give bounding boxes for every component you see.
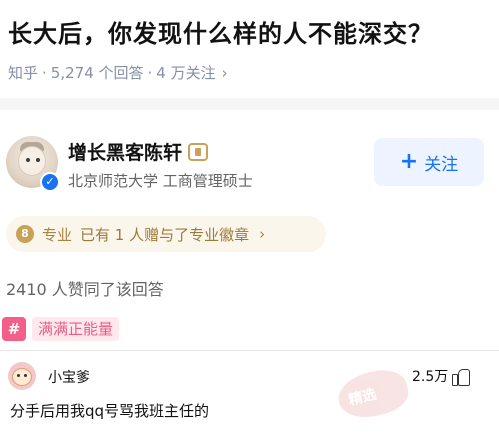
pro-badge-banner[interactable]: 8 专业 已有 1 人赠与了专业徽章 ›	[6, 216, 326, 252]
thumbs-up-icon	[452, 367, 471, 386]
meta-separator: ·	[42, 63, 47, 82]
avatar-eye	[26, 158, 30, 162]
author-name[interactable]: 增长黑客陈轩	[68, 138, 182, 165]
avatar-eye	[36, 158, 40, 162]
author-description: 北京师范大学 工商管理硕士	[68, 172, 253, 190]
author-name-row[interactable]: 增长黑客陈轩	[68, 138, 209, 165]
medal-icon	[188, 142, 209, 161]
comment-divider	[0, 350, 499, 351]
question-meta[interactable]: 知乎 · 5,274 个回答 · 4 万关注 ›	[8, 62, 228, 83]
cartoon-face	[12, 368, 32, 386]
question-title[interactable]: 长大后，你发现什么样的人不能深交？	[8, 14, 496, 49]
commenter-name[interactable]: 小宝爹	[48, 367, 90, 387]
follow-label: 关注	[424, 154, 459, 175]
watermark-stamp: 精选	[333, 364, 413, 424]
follower-count: 4 万关注	[156, 64, 216, 82]
comment-like-count: 2.5万	[412, 369, 449, 385]
pro-badge-text: 已有 1 人赠与了专业徽章	[80, 225, 250, 244]
author-row: ✓ 增长黑客陈轩 北京师范大学 工商管理硕士 + 关注	[4, 136, 494, 196]
section-divider	[0, 98, 499, 110]
pro-badge-label: 专业	[42, 225, 73, 244]
agree-count: 2410 人赞同了该回答	[6, 280, 164, 299]
chevron-right-icon: ›	[259, 225, 266, 243]
topic-tag-label: 满满正能量	[32, 317, 120, 341]
commenter-avatar[interactable]	[8, 362, 36, 390]
plus-icon: +	[399, 149, 419, 174]
avatar-face	[18, 146, 46, 176]
hashtag-icon: #	[2, 317, 26, 341]
comment-like-button[interactable]: 2.5万	[412, 366, 471, 386]
cartoon-eye	[17, 374, 20, 377]
pro-badge-icon: 8	[16, 225, 34, 243]
chevron-right-icon: ›	[221, 63, 228, 82]
meta-separator: ·	[147, 63, 153, 82]
answer-count: 5,274 个回答	[50, 64, 144, 82]
follow-button[interactable]: + 关注	[374, 138, 484, 186]
comment-text: 分手后用我qq号骂我班主任的	[10, 402, 210, 420]
topic-tag[interactable]: # 满满正能量	[2, 316, 120, 342]
source-label: 知乎	[8, 64, 39, 82]
verified-badge-icon: ✓	[40, 172, 60, 192]
cartoon-eye	[24, 374, 27, 377]
